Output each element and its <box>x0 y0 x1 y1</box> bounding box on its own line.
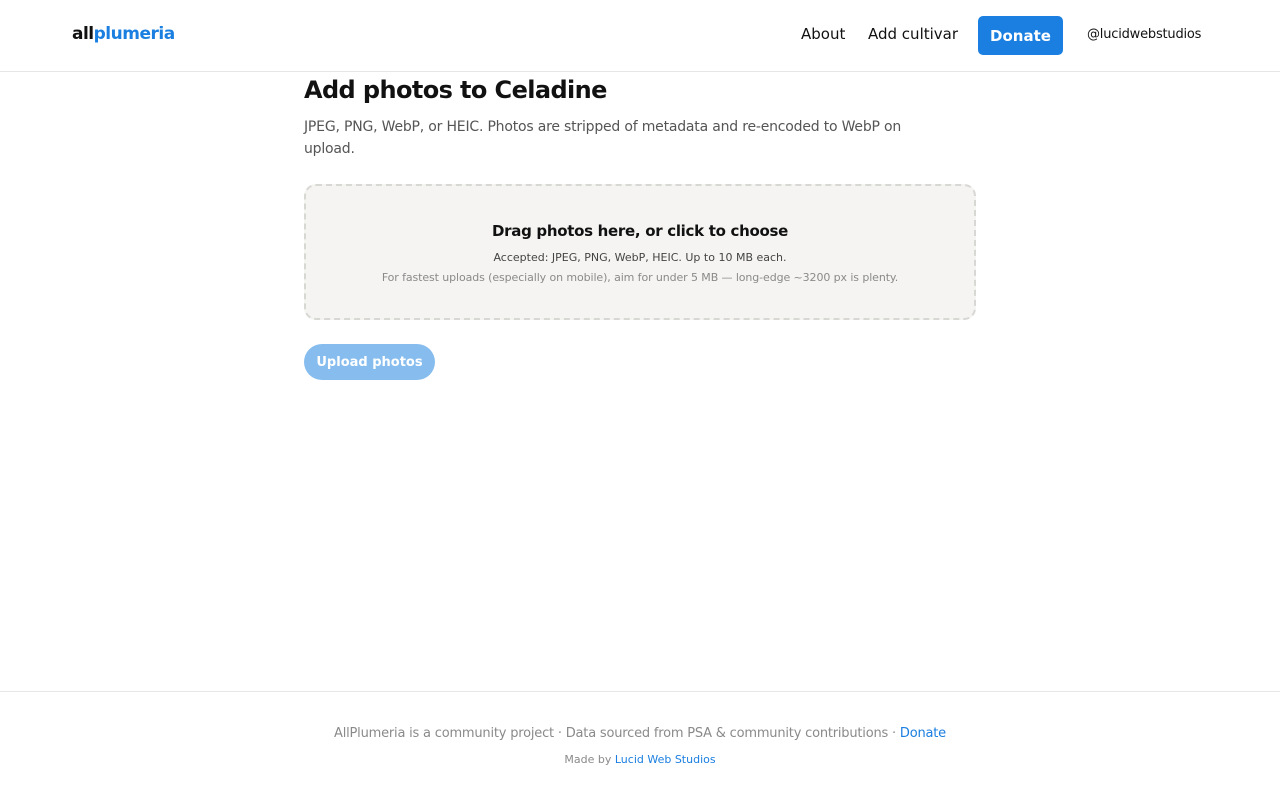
logo-brand: plumeria <box>93 24 176 44</box>
site-header: allplumeria About Add cultivar Donate @l… <box>0 0 1280 72</box>
page-title: Add photos to Celadine <box>304 76 607 104</box>
footer-credits: AllPlumeria is a community project · Dat… <box>0 726 1280 741</box>
nav-about-link[interactable]: About <box>801 25 845 43</box>
nav-add-cultivar-link[interactable]: Add cultivar <box>868 25 958 43</box>
footer-separator: · <box>557 726 562 741</box>
user-account-link[interactable]: @lucidwebstudios <box>1087 27 1201 42</box>
footer-community-text: AllPlumeria is a community project <box>334 726 554 741</box>
footer-separator: · <box>892 726 896 741</box>
upload-photos-button[interactable]: Upload photos <box>304 344 435 380</box>
page-description: JPEG, PNG, WebP, or HEIC. Photos are str… <box>304 119 902 157</box>
footer-data-source-text: Data sourced from PSA & community contri… <box>565 726 889 741</box>
footer-donate-link[interactable]: Donate <box>900 726 946 741</box>
site-logo[interactable]: allplumeria <box>72 24 175 44</box>
dropzone-size-hint: For fastest uploads (especially on mobil… <box>381 271 899 284</box>
photo-dropzone[interactable]: Drag photos here, or click to choose Acc… <box>304 184 976 320</box>
made-by-prefix: Made by <box>564 753 612 766</box>
donate-button[interactable]: Donate <box>978 16 1063 55</box>
dropzone-accepted-formats: Accepted: JPEG, PNG, WebP, HEIC. Up to 1… <box>493 251 787 264</box>
logo-prefix: all <box>72 24 94 44</box>
site-footer: AllPlumeria is a community project · Dat… <box>0 691 1280 800</box>
footer-made-by: Made by Lucid Web Studios <box>0 753 1280 766</box>
dropzone-title: Drag photos here, or click to choose <box>492 222 788 240</box>
made-by-link[interactable]: Lucid Web Studios <box>615 753 716 766</box>
